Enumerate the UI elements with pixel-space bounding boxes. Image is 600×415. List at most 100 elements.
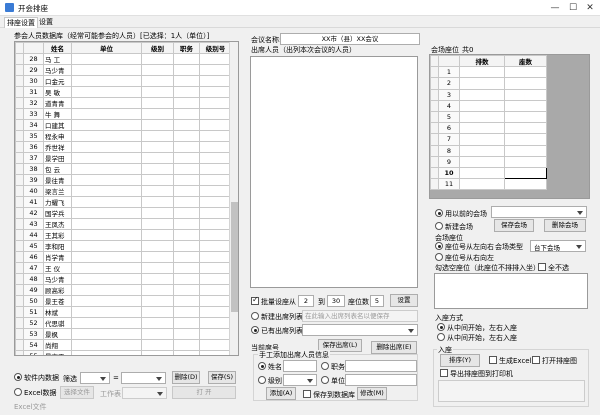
- row-number[interactable]: 46: [23, 251, 44, 263]
- table-row[interactable]: 7: [430, 133, 547, 146]
- position-cell[interactable]: [173, 251, 200, 263]
- row-header[interactable]: [15, 207, 24, 219]
- table-row[interactable]: 41 力耀飞: [15, 196, 232, 208]
- row-number[interactable]: 41: [23, 196, 44, 208]
- level-cell[interactable]: [141, 53, 174, 65]
- open-seating-checkbox[interactable]: 打开排座图: [532, 356, 577, 366]
- unit-cell[interactable]: [71, 328, 142, 340]
- row-number[interactable]: 43: [23, 218, 44, 230]
- unit-cell[interactable]: [71, 350, 142, 355]
- level-number-cell[interactable]: [199, 207, 232, 219]
- row-count-cell[interactable]: [459, 110, 505, 124]
- worksheet-select[interactable]: [122, 387, 167, 399]
- radio-unit[interactable]: 单位: [321, 376, 345, 386]
- unit-cell[interactable]: [71, 262, 142, 274]
- unit-cell[interactable]: [71, 53, 142, 65]
- table-row[interactable]: 55景言玉: [15, 350, 232, 355]
- radio-dot[interactable]: [14, 373, 22, 381]
- level-cell[interactable]: [141, 196, 174, 208]
- seat-count-cell[interactable]: [504, 99, 547, 112]
- level-cell[interactable]: [141, 240, 174, 252]
- row-header[interactable]: [430, 155, 439, 168]
- row-number[interactable]: 44: [23, 229, 44, 241]
- row-number[interactable]: 33: [23, 108, 44, 120]
- column-header[interactable]: 职务: [173, 42, 200, 54]
- level-cell[interactable]: [141, 119, 174, 131]
- seat-count-cell[interactable]: [504, 77, 547, 90]
- checkbox-box[interactable]: [440, 369, 448, 377]
- position-cell[interactable]: [173, 284, 200, 296]
- table-row[interactable]: 46 肖学青: [15, 251, 232, 263]
- row-header[interactable]: [430, 66, 439, 79]
- row-header[interactable]: [15, 185, 24, 197]
- name-cell[interactable]: 马少青: [43, 273, 72, 285]
- radio-position[interactable]: 职务: [321, 362, 345, 372]
- position-cell[interactable]: [173, 317, 200, 329]
- row-header[interactable]: [15, 328, 24, 340]
- name-cell[interactable]: 王 仪: [43, 262, 72, 274]
- level-cell[interactable]: [141, 317, 174, 329]
- table-row[interactable]: 10: [430, 166, 547, 180]
- table-row[interactable]: 48 马少青: [15, 273, 232, 285]
- level-number-cell[interactable]: [199, 339, 232, 351]
- row-header[interactable]: [15, 295, 24, 307]
- table-row[interactable]: 9: [430, 155, 547, 168]
- unit-cell[interactable]: [71, 97, 142, 109]
- add-button[interactable]: 添加(A): [266, 387, 296, 400]
- table-row[interactable]: 39 景往青: [15, 174, 232, 186]
- position-cell[interactable]: [173, 339, 200, 351]
- radio-dot[interactable]: [435, 242, 443, 250]
- position-input[interactable]: [345, 360, 417, 372]
- level-number-cell[interactable]: [199, 141, 232, 153]
- level-cell[interactable]: [141, 306, 174, 318]
- table-row[interactable]: 54 尚翔: [15, 339, 232, 351]
- empty-seats-box[interactable]: [434, 273, 588, 309]
- row-header[interactable]: [430, 110, 439, 124]
- seat-count-cell[interactable]: [504, 88, 547, 101]
- level-cell[interactable]: [141, 262, 174, 274]
- row-header[interactable]: [15, 218, 24, 230]
- level-number-cell[interactable]: [199, 273, 232, 285]
- name-cell[interactable]: 景王苍: [43, 295, 72, 307]
- level-cell[interactable]: [141, 328, 174, 340]
- row-count-cell[interactable]: [459, 144, 505, 157]
- position-cell[interactable]: [173, 152, 200, 164]
- row-header[interactable]: [15, 317, 24, 329]
- row-number[interactable]: 36: [23, 141, 44, 153]
- unit-cell[interactable]: [71, 163, 142, 175]
- row-header[interactable]: [15, 196, 24, 208]
- level-number-cell[interactable]: [199, 251, 232, 263]
- column-header[interactable]: 级别号: [199, 42, 232, 54]
- level-cell[interactable]: [141, 152, 174, 164]
- level-cell[interactable]: [141, 339, 174, 351]
- row-header[interactable]: [15, 97, 24, 109]
- row-header[interactable]: [15, 130, 24, 142]
- level-cell[interactable]: [141, 350, 174, 355]
- delete-venue-button[interactable]: 删除会场: [544, 219, 586, 232]
- attendees-list[interactable]: [250, 56, 418, 288]
- radio-dot[interactable]: [251, 326, 259, 334]
- radio-dot[interactable]: [437, 323, 445, 331]
- checkbox-box[interactable]: [489, 356, 497, 364]
- checkbox-box[interactable]: [538, 263, 546, 271]
- position-cell[interactable]: [173, 350, 200, 355]
- row-header[interactable]: [15, 75, 24, 87]
- name-cell[interactable]: 景学田: [43, 152, 72, 164]
- print-checkbox[interactable]: 导出排座图到打印机: [440, 369, 513, 379]
- level-number-cell[interactable]: [199, 53, 232, 65]
- name-cell[interactable]: 梁言兰: [43, 185, 72, 197]
- name-cell[interactable]: 代思骐: [43, 317, 72, 329]
- radio-dot[interactable]: [321, 376, 329, 384]
- level-cell[interactable]: [141, 284, 174, 296]
- unit-cell[interactable]: [71, 339, 142, 351]
- seat-count-input[interactable]: 5: [370, 295, 384, 307]
- row-count-cell[interactable]: [459, 133, 505, 146]
- position-cell[interactable]: [173, 306, 200, 318]
- level-cell[interactable]: [141, 130, 174, 142]
- position-cell[interactable]: [173, 119, 200, 131]
- position-cell[interactable]: [173, 207, 200, 219]
- row-header[interactable]: [430, 77, 439, 90]
- table-row[interactable]: 8: [430, 144, 547, 157]
- close-button[interactable]: ✕: [583, 2, 597, 14]
- radio-center-rl[interactable]: 从中间开始，左右入座: [437, 333, 517, 343]
